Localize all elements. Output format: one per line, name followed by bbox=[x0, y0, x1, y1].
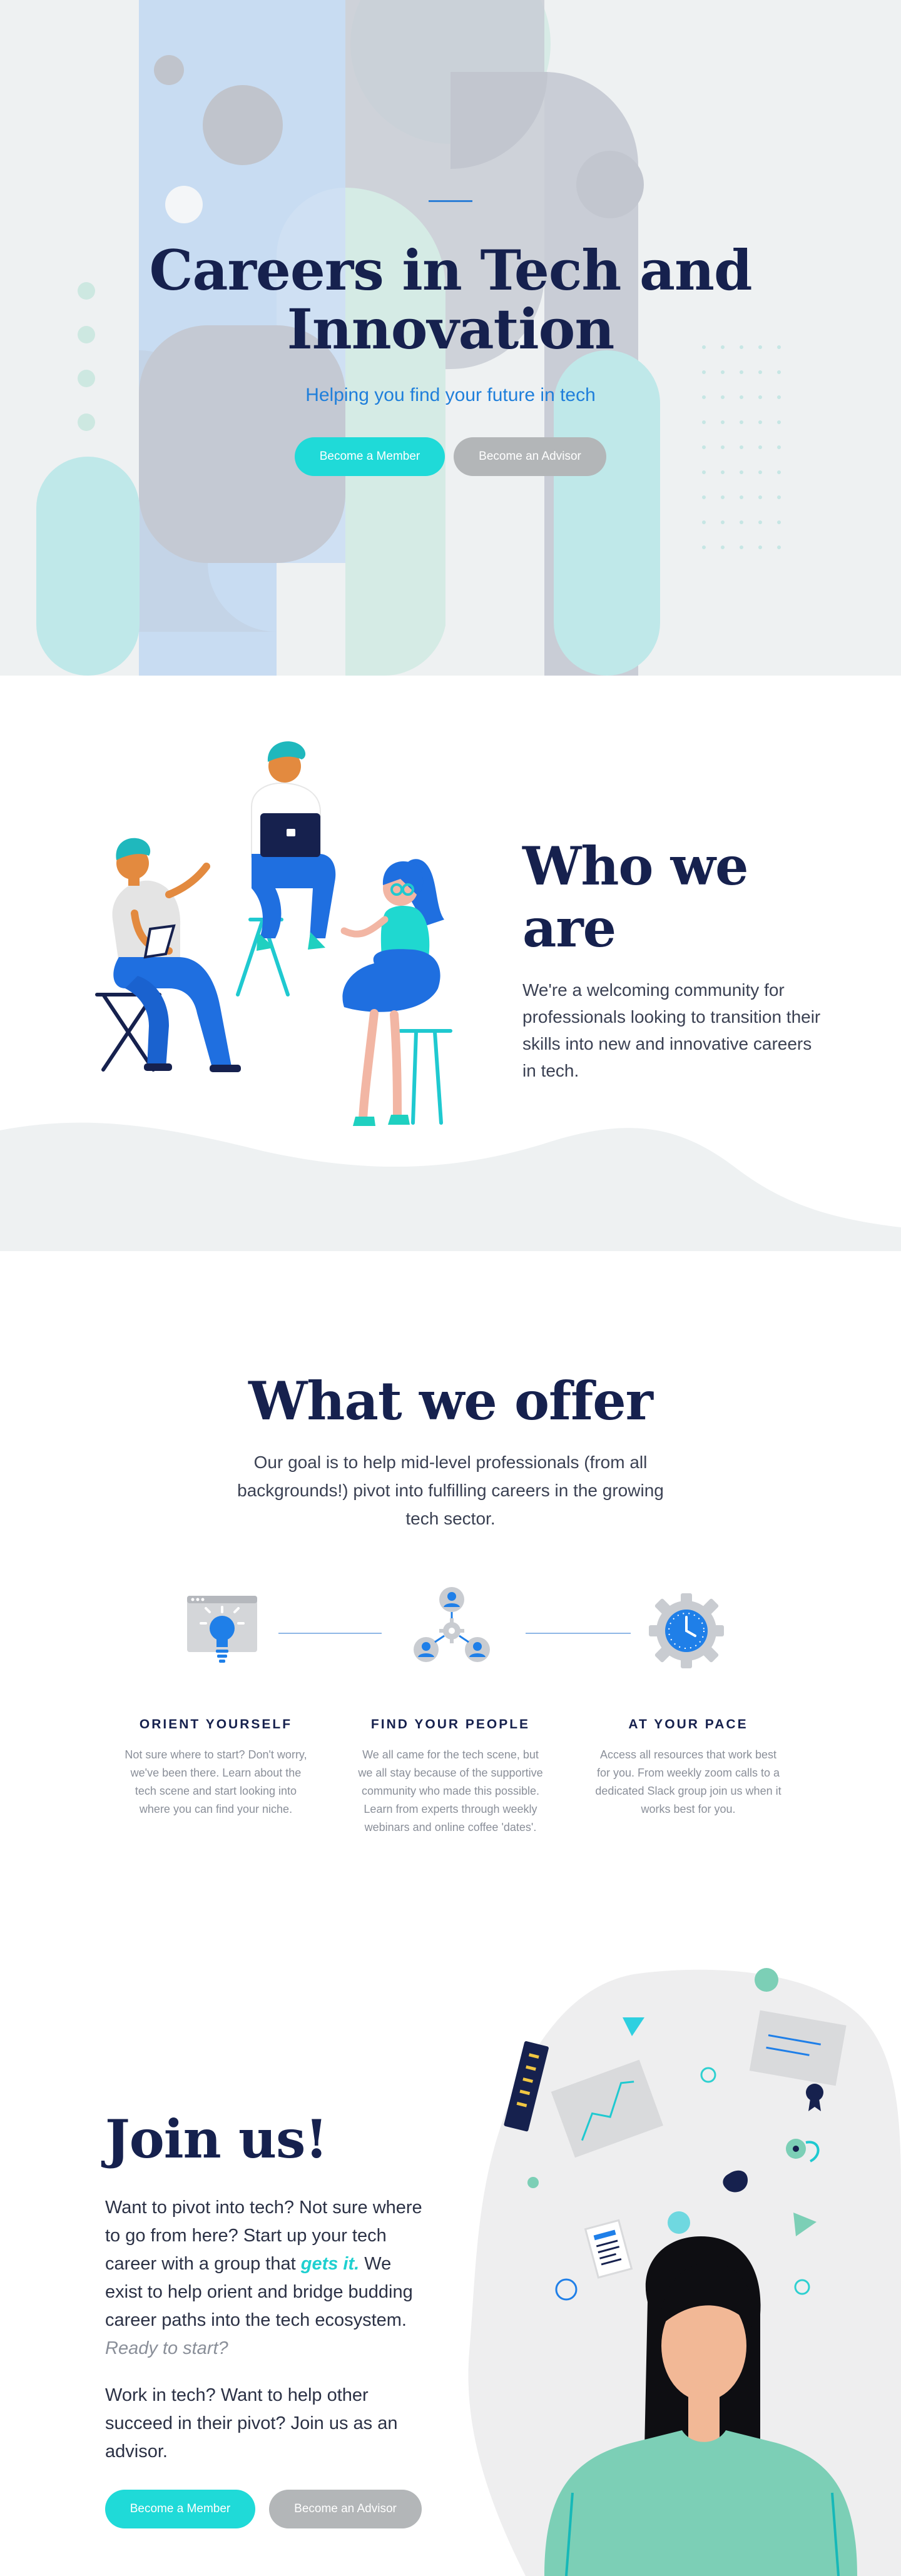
who-we-are-title: Who we are bbox=[522, 835, 748, 959]
hero-accent-rule bbox=[429, 200, 472, 202]
hero-content: Careers in Tech and Innovation Helping y… bbox=[0, 200, 901, 476]
offer-item-orient: ORIENT YOURSELF Not sure where to start?… bbox=[122, 1717, 310, 1818]
hero-title: Careers in Tech and Innovation bbox=[0, 241, 901, 358]
hero-title-line1: Careers in Tech and bbox=[149, 238, 752, 303]
hero-buttons: Become a Member Become an Advisor bbox=[0, 437, 901, 476]
join-us-title: Join us! bbox=[105, 2108, 328, 2170]
who-we-are-section: Who we are We're a welcoming community f… bbox=[0, 676, 901, 1251]
offer-text-orient: Not sure where to start? Don't worry, we… bbox=[125, 1748, 307, 1815]
what-we-offer-section: What we offer Our goal is to help mid-le… bbox=[0, 1251, 901, 1877]
join-us-paragraph-2: Work in tech? Want to help other succeed… bbox=[105, 2385, 398, 2462]
what-we-offer-title: What we offer bbox=[248, 1370, 653, 1432]
offer-text-pace: Access all resources that work best for … bbox=[595, 1748, 781, 1815]
offer-item-pace: AT YOUR PACE Access all resources that w… bbox=[594, 1717, 782, 1818]
join-us-paragraph-1: Want to pivot into tech? Not sure where … bbox=[105, 2194, 430, 2363]
join-us-buttons: Become a Member Become an Advisor bbox=[105, 2490, 430, 2528]
join-p1-highlight: gets it. bbox=[300, 2254, 360, 2274]
offer-heading-people: FIND YOUR PEOPLE bbox=[370, 1717, 531, 1732]
join-become-member-button[interactable]: Become a Member bbox=[105, 2490, 255, 2528]
gear-clock-icon bbox=[649, 1593, 724, 1668]
offer-heading-orient: ORIENT YOURSELF bbox=[139, 1717, 293, 1732]
offer-text-people: We all came for the tech scene, but we a… bbox=[358, 1748, 543, 1833]
woman-with-career-ideas-illustration bbox=[468, 1968, 901, 2576]
people-network-icon bbox=[414, 1587, 490, 1662]
offer-item-people: FIND YOUR PEOPLE We all came for the tec… bbox=[357, 1717, 544, 1837]
connector-line-2 bbox=[526, 1633, 631, 1634]
who-we-are-body: We're a welcoming community for professi… bbox=[522, 980, 821, 1080]
hero-section: Careers in Tech and Innovation Helping y… bbox=[0, 0, 901, 676]
become-member-button[interactable]: Become a Member bbox=[295, 437, 445, 476]
join-become-advisor-button[interactable]: Become an Advisor bbox=[269, 2490, 422, 2528]
join-us-section: Join us! Want to pivot into tech? Not su… bbox=[0, 1877, 901, 2576]
what-we-offer-intro: Our goal is to help mid-level profession… bbox=[237, 1453, 664, 1528]
offer-icons-row bbox=[0, 1583, 901, 1683]
hero-subtitle: Helping you find your future in tech bbox=[305, 385, 596, 405]
people-working-illustration bbox=[95, 741, 452, 1126]
join-p1-ready: Ready to start? bbox=[105, 2338, 228, 2358]
who-we-are-text: Who we are We're a welcoming community f… bbox=[522, 835, 823, 1084]
offer-heading-pace: AT YOUR PACE bbox=[628, 1717, 748, 1732]
hero-title-line2: Innovation bbox=[287, 297, 615, 362]
become-advisor-button[interactable]: Become an Advisor bbox=[454, 437, 606, 476]
connector-line-1 bbox=[278, 1633, 382, 1634]
join-us-text: Join us! Want to pivot into tech? Not su… bbox=[105, 2108, 430, 2528]
lightbulb-browser-icon bbox=[187, 1596, 257, 1663]
